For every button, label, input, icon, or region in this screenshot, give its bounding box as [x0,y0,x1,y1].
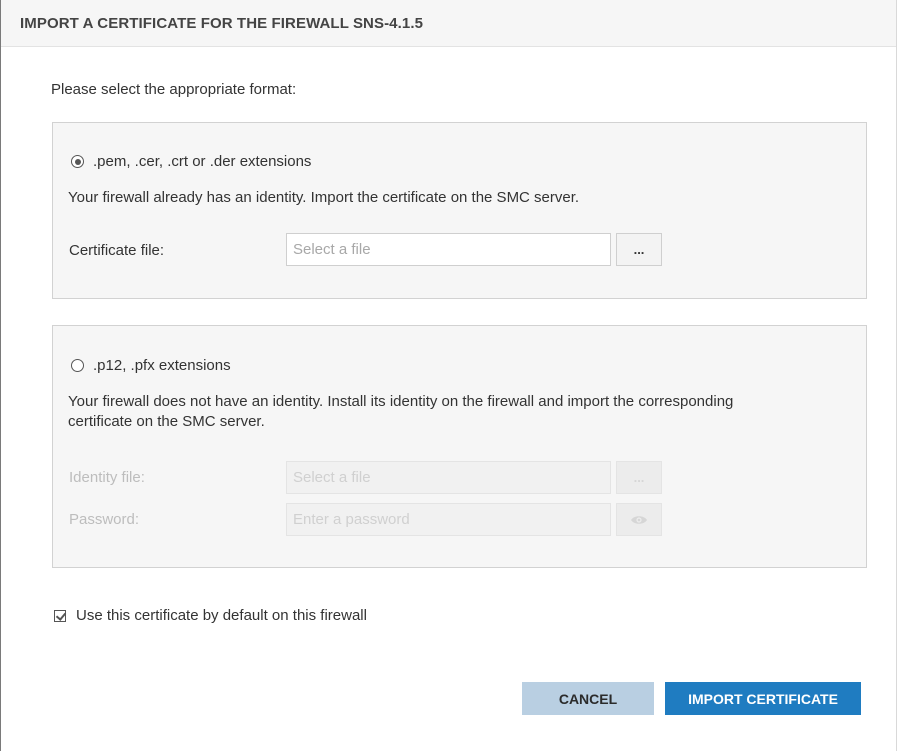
cancel-button[interactable]: CANCEL [522,682,654,715]
dialog-title-bar: IMPORT A CERTIFICATE FOR THE FIREWALL SN… [1,0,896,47]
pem-radio-button[interactable] [71,155,84,168]
certificate-file-browse-button[interactable]: ... [616,233,662,266]
p12-radio-button[interactable] [71,359,84,372]
p12-description: Your firewall does not have an identity.… [68,393,734,430]
p12-option-panel: .p12, .pfx extensions Your firewall does… [52,325,867,568]
password-input[interactable] [286,503,611,536]
pem-description: Your firewall already has an identity. I… [68,189,580,206]
identity-file-input[interactable] [286,461,611,494]
default-certificate-option[interactable]: Use this certificate by default on this … [54,607,367,624]
identity-file-browse-button[interactable]: ... [616,461,662,494]
show-password-button[interactable] [616,503,662,536]
certificate-file-input[interactable] [286,233,611,266]
certificate-file-label: Certificate file: [69,242,165,259]
dialog-title: IMPORT A CERTIFICATE FOR THE FIREWALL SN… [20,15,424,32]
pem-radio-label[interactable]: .pem, .cer, .crt or .der extensions [93,153,311,170]
p12-radio-option[interactable]: .p12, .pfx extensions [71,357,231,374]
import-certificate-button[interactable]: IMPORT CERTIFICATE [665,682,861,715]
password-label: Password: [69,511,140,528]
format-prompt: Please select the appropriate format: [51,81,297,98]
eye-icon [631,515,647,524]
default-certificate-checkbox[interactable] [54,609,66,622]
p12-radio-label[interactable]: .p12, .pfx extensions [93,357,231,374]
pem-radio-option[interactable]: .pem, .cer, .crt or .der extensions [71,153,311,170]
identity-file-label: Identity file: [69,469,145,486]
default-certificate-label[interactable]: Use this certificate by default on this … [76,607,367,624]
pem-option-panel: .pem, .cer, .crt or .der extensions Your… [52,122,867,299]
import-certificate-dialog: IMPORT A CERTIFICATE FOR THE FIREWALL SN… [0,0,897,751]
